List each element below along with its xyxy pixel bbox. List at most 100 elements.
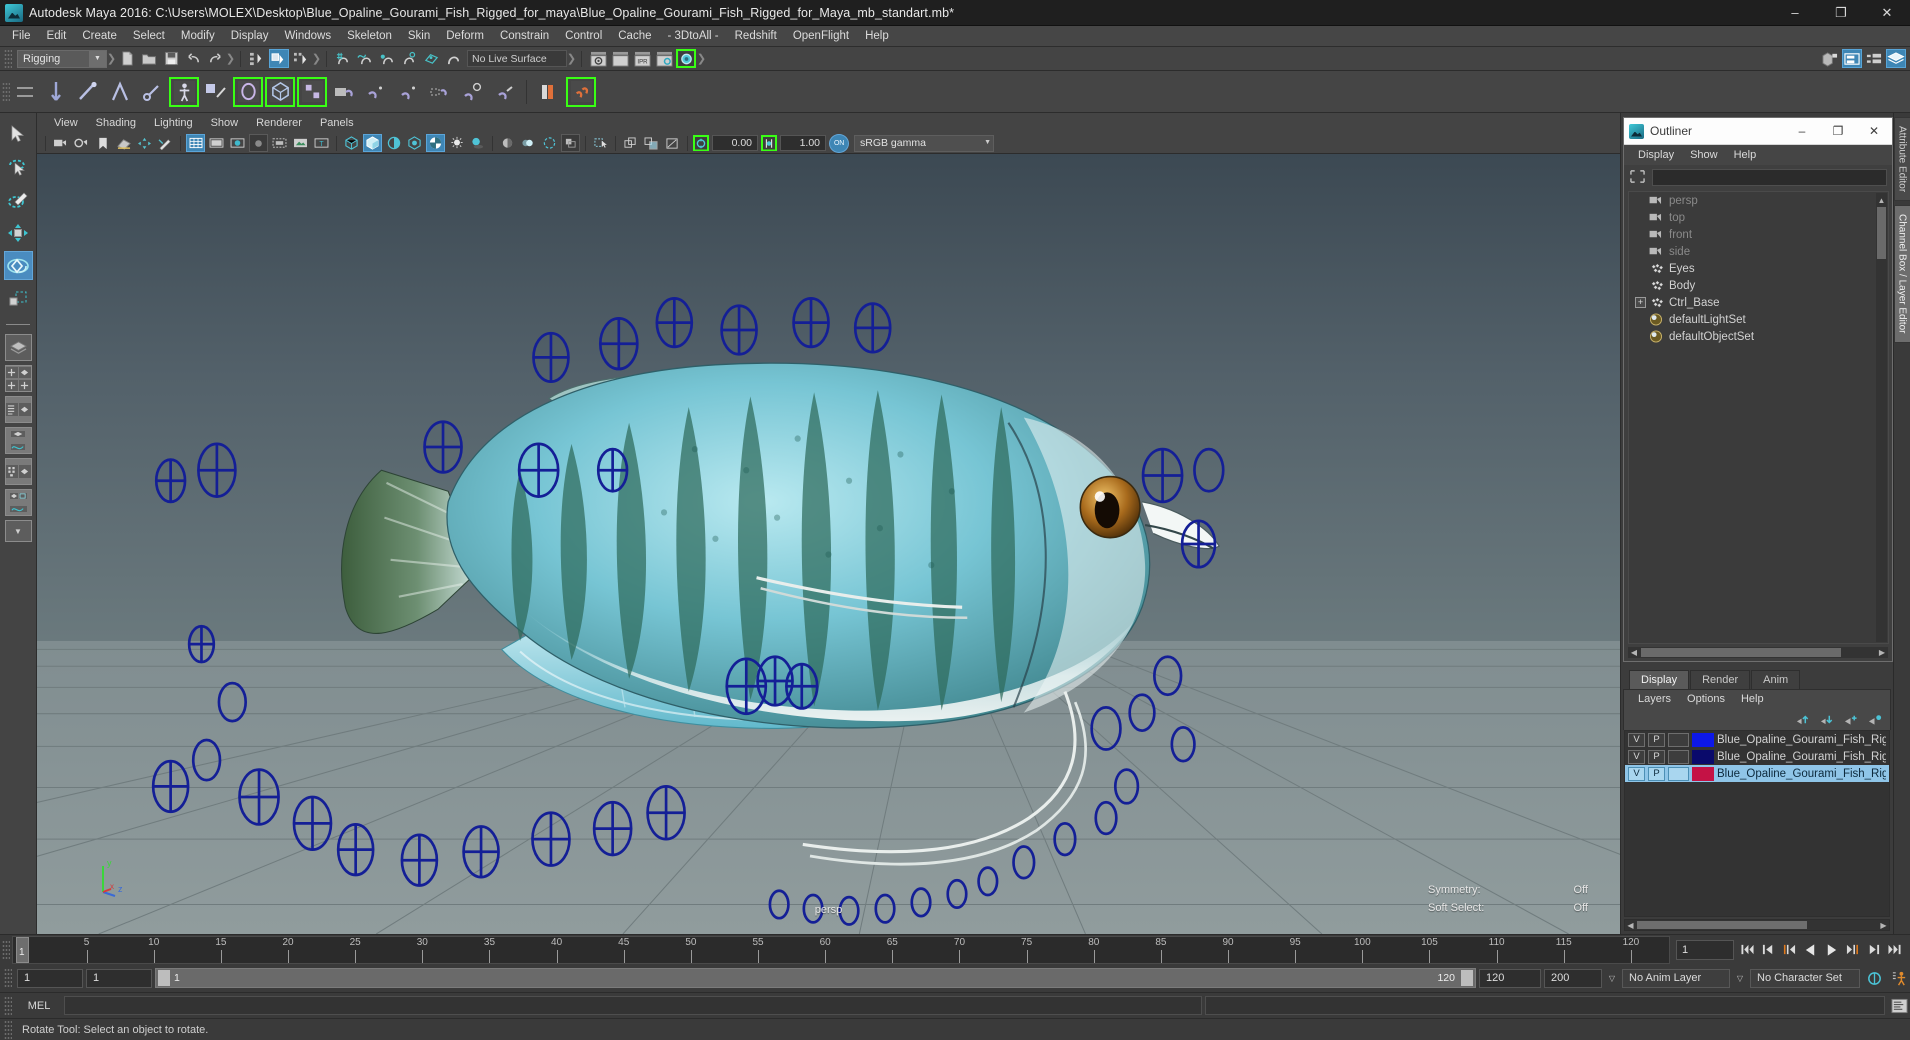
outliner-item-front[interactable]: front — [1629, 226, 1888, 243]
outliner-item-defaultobjectset[interactable]: defaultObjectSet — [1629, 328, 1888, 345]
snap-to-curve-icon[interactable] — [355, 49, 375, 68]
step-forward-frame-icon[interactable] — [1843, 940, 1862, 960]
skin-bind-icon[interactable] — [233, 76, 263, 107]
connect-deformer-icon[interactable] — [566, 76, 596, 107]
anim-layer-dropdown[interactable]: No Anim Layer — [1622, 968, 1730, 988]
command-line-gripper[interactable] — [4, 995, 12, 1016]
layer-playback-toggle[interactable]: P — [1648, 766, 1665, 781]
select-tool-icon[interactable] — [4, 119, 33, 148]
script-editor-icon[interactable] — [1888, 996, 1910, 1016]
outliner-vertical-scrollbar[interactable]: ▲ — [1876, 193, 1887, 642]
viewport-menu-view[interactable]: View — [45, 116, 87, 130]
persp-graph-layout-icon[interactable] — [4, 427, 32, 454]
xray-joints-icon[interactable] — [621, 134, 640, 152]
outliner-item-side[interactable]: side — [1629, 243, 1888, 260]
xray-icon[interactable] — [591, 134, 610, 152]
current-frame-field[interactable]: 1 — [1676, 939, 1734, 960]
open-scene-icon[interactable] — [139, 49, 159, 68]
layer-playback-toggle[interactable]: P — [1648, 732, 1665, 747]
layer-shading-toggle[interactable] — [1668, 732, 1689, 747]
fog-icon[interactable] — [663, 134, 682, 152]
new-layer-icon[interactable] — [1843, 713, 1858, 726]
screen-space-ao-icon[interactable] — [498, 134, 517, 152]
parent-constraint-icon[interactable] — [329, 77, 359, 107]
help-line-gripper[interactable] — [4, 1019, 12, 1040]
hypershade-persp-layout-icon[interactable] — [4, 458, 32, 485]
side-tab-attribute-editor[interactable]: Attribute Editor — [1893, 117, 1910, 202]
rotate-tool-icon[interactable] — [3, 251, 33, 280]
menu-item-windows[interactable]: Windows — [276, 28, 339, 44]
render-sequence-icon[interactable] — [610, 49, 630, 68]
ik-handle-icon[interactable] — [73, 77, 103, 107]
create-deformer-icon[interactable] — [534, 77, 564, 107]
layer-editor-tab-anim[interactable]: Anim — [1751, 670, 1801, 689]
layout-dropdown-icon[interactable]: ▼ — [4, 520, 32, 542]
viewport-menu-show[interactable]: Show — [202, 116, 248, 130]
show-hide-layer-editor-icon[interactable] — [1886, 49, 1906, 68]
skin-paint-weights-icon[interactable] — [297, 76, 327, 107]
grease-pencil-icon[interactable] — [156, 134, 175, 152]
outliner-item-top[interactable]: top — [1629, 209, 1888, 226]
menu-item-help[interactable]: Help — [857, 28, 897, 44]
new-layer-from-selected-icon[interactable] — [1867, 713, 1882, 726]
outliner-menu-show[interactable]: Show — [1682, 148, 1726, 162]
step-forward-key-icon[interactable] — [1864, 940, 1883, 960]
shaded-wireframe-icon[interactable] — [384, 134, 403, 152]
render-current-frame-icon[interactable] — [588, 49, 608, 68]
scroll-left-icon[interactable]: ◀ — [1625, 920, 1636, 930]
outliner-filter-icon[interactable] — [1629, 169, 1647, 185]
layer-editor-tab-render[interactable]: Render — [1690, 670, 1751, 689]
bookmark-icon[interactable] — [93, 134, 112, 152]
minimize-button[interactable]: – — [1772, 0, 1818, 26]
scrollbar-thumb[interactable] — [1641, 648, 1841, 657]
lasso-select-tool-icon[interactable] — [4, 152, 33, 181]
aim-constraint-icon[interactable] — [457, 77, 487, 107]
ik-spline-icon[interactable] — [105, 77, 135, 107]
select-by-component-icon[interactable] — [291, 49, 311, 68]
select-by-object-icon[interactable] — [269, 49, 289, 68]
select-camera-icon[interactable] — [51, 134, 70, 152]
shelf-menu-icon[interactable] — [12, 71, 38, 113]
range-slider-right-handle[interactable] — [1461, 970, 1473, 986]
layer-color-swatch[interactable] — [1692, 732, 1714, 747]
perspective-viewport[interactable]: persp Symmetry: Off Soft Select: Off y z — [37, 154, 1620, 934]
gamma-field[interactable]: 1.00 — [780, 135, 826, 151]
outliner-item-persp[interactable]: persp — [1629, 192, 1888, 209]
anim-start-field[interactable]: 1 — [17, 968, 83, 988]
menu-set-dropdown[interactable]: Rigging ▼ — [17, 49, 107, 68]
quick-rig-icon[interactable] — [169, 76, 199, 107]
side-tab-channel-box-layer-editor[interactable]: Channel Box / Layer Editor — [1893, 205, 1910, 343]
layer-list-horizontal-scrollbar[interactable]: ◀ ▶ — [1624, 919, 1890, 931]
color-management-toggle[interactable]: ON — [829, 133, 849, 153]
layer-color-swatch[interactable] — [1692, 749, 1714, 764]
layer-playback-toggle[interactable]: P — [1648, 749, 1665, 764]
exposure-field[interactable]: 0.00 — [712, 135, 758, 151]
menu-item-select[interactable]: Select — [125, 28, 173, 44]
move-tool-icon[interactable] — [4, 218, 33, 247]
outliner-item-eyes[interactable]: Eyes — [1629, 260, 1888, 277]
exposure-icon[interactable] — [693, 135, 709, 151]
menu-item-constrain[interactable]: Constrain — [492, 28, 557, 44]
shelf-gripper[interactable] — [2, 81, 10, 102]
snap-to-grid-icon[interactable] — [333, 49, 353, 68]
textured-icon[interactable] — [426, 134, 445, 152]
film-origin-icon[interactable] — [270, 134, 289, 152]
command-input-field[interactable] — [64, 996, 1202, 1015]
safe-action-icon[interactable] — [291, 134, 310, 152]
film-gate-icon[interactable] — [207, 134, 226, 152]
layer-shading-toggle[interactable] — [1668, 749, 1689, 764]
outliner-item-body[interactable]: Body — [1629, 277, 1888, 294]
outliner-item-ctrl_base[interactable]: + Ctrl_Base — [1629, 294, 1888, 311]
single-perspective-layout-icon[interactable] — [4, 334, 32, 361]
command-language-label[interactable]: MEL — [17, 1000, 61, 1012]
scroll-right-icon[interactable]: ▶ — [1876, 647, 1888, 658]
human-ik-icon[interactable] — [201, 77, 231, 107]
motion-blur-icon[interactable] — [519, 134, 538, 152]
camera-attributes-icon[interactable] — [72, 134, 91, 152]
color-management-dropdown[interactable]: sRGB gamma ▼ — [854, 134, 994, 152]
range-slider-gripper[interactable] — [4, 968, 12, 988]
layer-visibility-toggle[interactable]: V — [1628, 766, 1645, 781]
time-slider[interactable]: 1 5 10 15 20 25 30 35 40 45 50 55 60 65 70 75 80 85 90 95 1… — [12, 935, 1670, 964]
select-by-hierarchy-icon[interactable] — [247, 49, 267, 68]
outliner-horizontal-scrollbar[interactable]: ◀ ▶ — [1628, 647, 1888, 658]
